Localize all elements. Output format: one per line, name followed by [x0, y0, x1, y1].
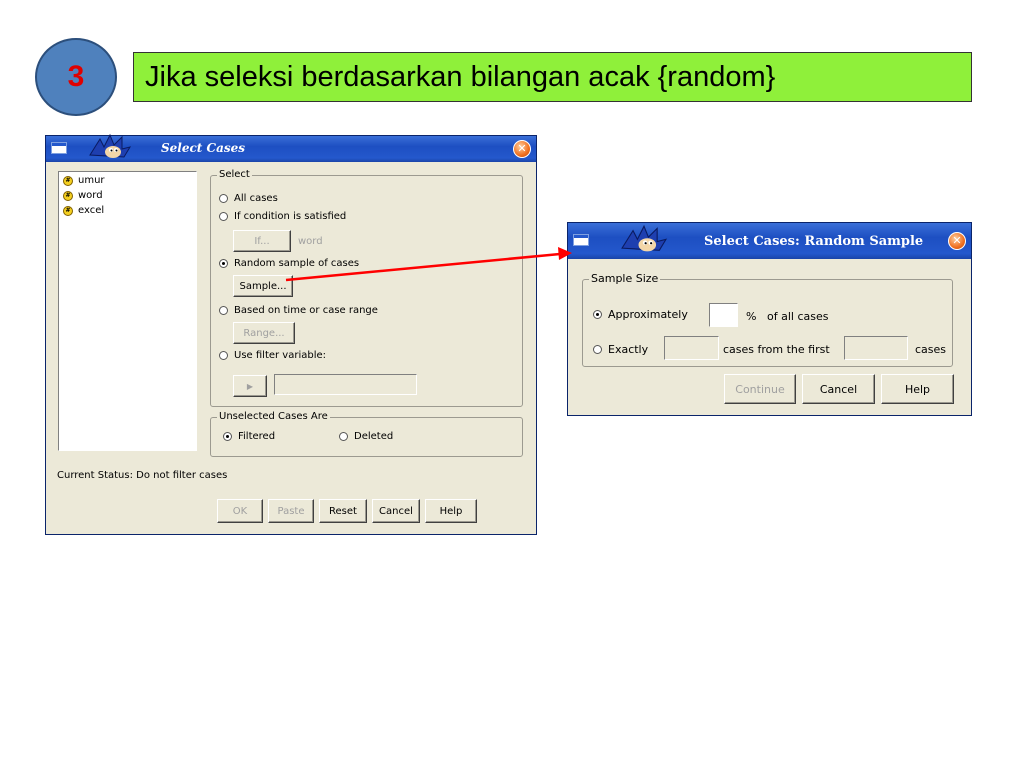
radio-button[interactable] — [223, 432, 232, 441]
radio-label: Approximately — [608, 308, 688, 321]
close-icon[interactable]: ✕ — [948, 232, 966, 250]
random-sample-title: Select Cases: Random Sample — [704, 234, 924, 249]
variable-label: umur — [78, 175, 105, 186]
radio-exactly[interactable]: Exactly — [593, 343, 648, 356]
radio-button[interactable] — [219, 259, 228, 268]
heading-text: Jika seleksi berdasarkan bilangan acak {… — [145, 60, 776, 93]
select-cases-title: Select Cases — [161, 141, 245, 155]
of-all-cases-label: of all cases — [767, 310, 829, 323]
window-icon[interactable] — [51, 142, 67, 154]
radio-label: Based on time or case range — [234, 305, 378, 316]
percent-symbol: % — [746, 310, 757, 323]
radio-random-sample[interactable]: Random sample of cases — [219, 258, 359, 269]
move-variable-arrow-button[interactable]: ▶ — [233, 375, 267, 397]
numeric-variable-icon: # — [63, 205, 73, 216]
select-group-legend: Select — [217, 169, 252, 181]
close-icon[interactable]: ✕ — [513, 140, 531, 158]
radio-approximately[interactable]: Approximately — [593, 308, 688, 321]
radio-button[interactable] — [339, 432, 348, 441]
variable-label: excel — [78, 205, 105, 216]
if-condition-value: word — [298, 236, 323, 247]
sample-size-legend: Sample Size — [589, 272, 661, 285]
random-sample-dialog: Select Cases: Random Sample ✕ Sample Siz… — [567, 222, 972, 416]
radio-time-range[interactable]: Based on time or case range — [219, 305, 378, 316]
radio-button[interactable] — [219, 194, 228, 203]
radio-if-condition[interactable]: If condition is satisfied — [219, 211, 346, 222]
numeric-variable-icon: # — [63, 175, 73, 186]
ok-button[interactable]: OK — [217, 499, 263, 523]
current-status: Current Status: Do not filter cases — [57, 470, 228, 481]
mascot-icon — [621, 224, 668, 252]
window-icon[interactable] — [573, 234, 589, 246]
continue-button[interactable]: Continue — [724, 374, 796, 404]
radio-button[interactable] — [593, 310, 602, 319]
radio-button[interactable] — [219, 351, 228, 360]
radio-button[interactable] — [219, 212, 228, 221]
numeric-variable-icon: # — [63, 190, 73, 201]
sample-button[interactable]: Sample... — [233, 275, 293, 297]
mascot-icon — [89, 133, 132, 158]
list-item[interactable]: # excel — [63, 205, 104, 216]
radio-label: Filtered — [238, 431, 276, 442]
radio-label: All cases — [234, 193, 278, 204]
random-sample-titlebar[interactable]: Select Cases: Random Sample ✕ — [568, 223, 971, 259]
select-cases-dialog: Select Cases ✕ # umur # word # excel Sel… — [45, 133, 537, 535]
first-cases-field[interactable] — [844, 336, 908, 360]
range-button[interactable]: Range... — [233, 322, 295, 344]
exact-count-field[interactable] — [664, 336, 719, 360]
radio-label: Deleted — [354, 431, 394, 442]
radio-button[interactable] — [219, 306, 228, 315]
paste-button[interactable]: Paste — [268, 499, 314, 523]
radio-label: Exactly — [608, 343, 649, 356]
if-button[interactable]: If... — [233, 230, 291, 252]
radio-label: Use filter variable: — [234, 350, 327, 361]
unselected-group-legend: Unselected Cases Are — [217, 411, 330, 423]
radio-button[interactable] — [593, 345, 602, 354]
filter-variable-field[interactable] — [274, 374, 417, 395]
step-number-badge: 3 — [35, 38, 117, 116]
select-cases-titlebar[interactable]: Select Cases ✕ — [46, 133, 536, 162]
percent-input[interactable] — [709, 303, 738, 327]
list-item[interactable]: # word — [63, 190, 103, 201]
cases-label: cases — [915, 343, 947, 356]
reset-button[interactable]: Reset — [319, 499, 367, 523]
list-item[interactable]: # umur — [63, 175, 105, 186]
cancel-button[interactable]: Cancel — [802, 374, 875, 404]
cancel-button[interactable]: Cancel — [372, 499, 420, 523]
help-button[interactable]: Help — [881, 374, 954, 404]
help-button[interactable]: Help — [425, 499, 477, 523]
radio-label: Random sample of cases — [234, 258, 360, 269]
cases-from-first-label: cases from the first — [723, 343, 830, 356]
radio-filtered[interactable]: Filtered — [223, 431, 275, 442]
step-number: 3 — [67, 60, 85, 93]
heading-banner: Jika seleksi berdasarkan bilangan acak {… — [133, 52, 972, 102]
radio-deleted[interactable]: Deleted — [339, 431, 393, 442]
radio-all-cases[interactable]: All cases — [219, 193, 278, 204]
radio-filter-variable[interactable]: Use filter variable: — [219, 350, 326, 361]
variable-list[interactable]: # umur # word # excel — [58, 171, 197, 451]
radio-label: If condition is satisfied — [234, 211, 347, 222]
variable-label: word — [78, 190, 103, 201]
